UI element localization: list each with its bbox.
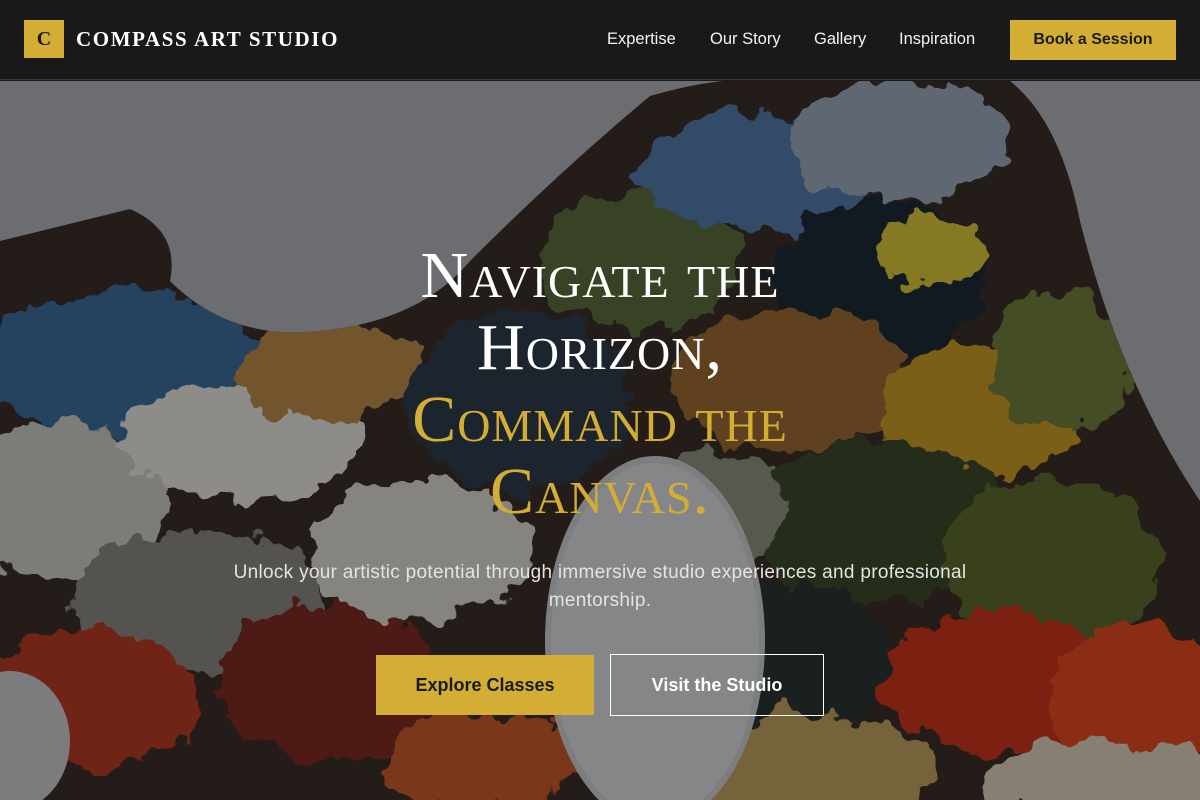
site-header: C COMPASS ART STUDIO Expertise Our Story…: [0, 0, 1200, 80]
headline-line-3: Command the: [412, 383, 788, 456]
explore-classes-button[interactable]: Explore Classes: [376, 655, 594, 715]
headline-line-4: Canvas.: [489, 455, 711, 528]
hero-headline: Navigate the Horizon, Command the Canvas…: [0, 240, 1200, 528]
headline-line-1: Navigate the: [420, 239, 780, 312]
nav-link-our-story[interactable]: Our Story: [710, 30, 781, 49]
headline-line-2: Horizon,: [477, 311, 723, 384]
nav-link-inspiration[interactable]: Inspiration: [899, 30, 975, 49]
nav-link-gallery[interactable]: Gallery: [814, 30, 866, 49]
nav-link-expertise[interactable]: Expertise: [607, 30, 676, 49]
visit-studio-button[interactable]: Visit the Studio: [610, 654, 824, 716]
hero-subtitle: Unlock your artistic potential through i…: [233, 562, 967, 611]
book-session-button[interactable]: Book a Session: [1010, 20, 1176, 60]
